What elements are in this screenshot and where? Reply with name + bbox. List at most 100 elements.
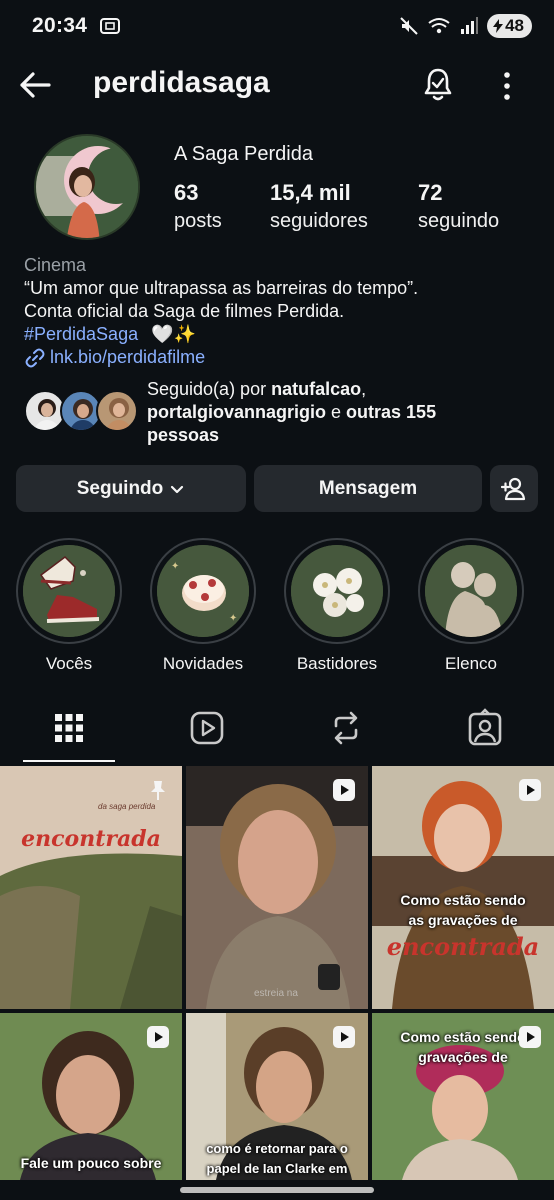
profile-display-name: A Saga Perdida: [174, 143, 313, 165]
reposts-icon[interactable]: [326, 708, 366, 748]
following-button-label: Seguindo: [76, 477, 164, 499]
reel-play-icon: [333, 1026, 355, 1048]
highlight-label: Novidades: [162, 654, 244, 673]
suggested-users-button[interactable]: [490, 465, 538, 512]
signal-icon: [461, 17, 479, 34]
post-tile[interactable]: como é retornar para o papel de Ian Clar…: [186, 1013, 368, 1180]
post-title: encontrada: [386, 932, 540, 961]
post-small-text: da saga perdida: [98, 802, 156, 811]
followed-user[interactable]: natufalcao: [271, 379, 361, 399]
followed-others[interactable]: outras 155: [346, 402, 436, 422]
battery-indicator: 48: [487, 14, 532, 38]
followed-separator: ,: [361, 379, 367, 399]
stat-posts-count: 63: [174, 180, 199, 205]
bio-emojis: 🤍✨: [151, 324, 196, 344]
cake-icon: ✦ ✦: [157, 545, 249, 637]
post-image: [186, 766, 368, 1009]
active-tab-indicator: [23, 760, 115, 762]
profile-tabs: [0, 700, 554, 764]
message-button[interactable]: Mensagem: [254, 465, 482, 512]
highlight-label: Bastidores: [296, 654, 378, 673]
bio-category: Cinema: [24, 255, 87, 275]
followed-suffix: pessoas: [147, 425, 220, 445]
reel-play-icon: [519, 779, 541, 801]
reel-play-icon: [147, 1026, 169, 1048]
followed-prefix: Seguido(a) por: [147, 379, 272, 399]
chevron-down-icon: [171, 485, 184, 493]
mutual-avatars: [22, 376, 142, 432]
svg-text:✦: ✦: [229, 613, 237, 624]
reel-play-icon: [333, 779, 355, 801]
mute-icon: [400, 17, 418, 35]
followed-and: e: [326, 402, 347, 422]
post-tile[interactable]: Como estão sendo gravações de: [372, 1013, 554, 1180]
following-button[interactable]: Seguindo: [16, 465, 246, 512]
back-arrow-icon[interactable]: [16, 66, 54, 104]
post-tile[interactable]: Fale um pouco sobre: [0, 1013, 182, 1180]
post-caption: Como estão sendo as gravações de: [372, 890, 554, 930]
bio-hashtag[interactable]: #PerdidaSaga: [24, 324, 138, 344]
message-button-label: Mensagem: [318, 477, 418, 499]
highlight-label: Vocês: [45, 654, 93, 673]
header-username: perdidasaga: [93, 66, 270, 99]
post-tile[interactable]: da saga perdida encontrada: [0, 766, 182, 1009]
post-small-text: estreia na: [254, 988, 298, 999]
stat-posts[interactable]: 63 posts: [174, 180, 222, 233]
followed-by-text: Seguido(a) por natufalcao, portalgiovann…: [147, 378, 436, 447]
flowers-icon: [291, 545, 383, 637]
post-caption: como é retornar para o papel de Ian Clar…: [186, 1139, 368, 1179]
notification-bell-icon[interactable]: [418, 64, 458, 104]
link-icon: [25, 348, 45, 367]
stat-posts-label: posts: [174, 210, 222, 232]
reel-play-icon: [519, 1026, 541, 1048]
bio-line: Conta oficial da Saga de filmes Perdida.: [24, 301, 345, 321]
statue-icon: [425, 545, 517, 637]
stat-followers[interactable]: 15,4 mil seguidores: [270, 180, 368, 233]
profile-bio: Cinema “Um amor que ultrapassa as barrei…: [24, 254, 534, 369]
pin-icon: [151, 781, 165, 800]
post-caption-line: Como estão sendo: [400, 892, 526, 908]
mutual-avatar: [96, 390, 138, 432]
post-caption-line: as gravações de: [408, 912, 518, 928]
status-bar: 20:34 48: [0, 0, 554, 52]
post-image: [372, 766, 554, 1009]
home-indicator[interactable]: [180, 1187, 374, 1193]
highlight-elenco[interactable]: Elenco: [416, 538, 526, 674]
highlight-voces[interactable]: Vocês: [14, 538, 124, 674]
screenshot-icon: [100, 18, 121, 34]
post-title: encontrada: [21, 826, 161, 852]
post-caption: Fale um pouco sobre: [20, 1155, 162, 1171]
status-time: 20:34: [32, 14, 88, 37]
post-caption-line: papel de Ian Clarke em: [206, 1161, 348, 1176]
grid-icon[interactable]: [49, 708, 89, 748]
charging-icon: [493, 19, 504, 33]
status-icons: 48: [399, 14, 532, 38]
highlight-ring: ✦ ✦: [150, 538, 256, 644]
followed-user[interactable]: portalgiovannagrigio: [147, 402, 326, 422]
highlight-ring: [16, 538, 122, 644]
bio-link[interactable]: lnk.bio/perdidafilme: [24, 346, 534, 369]
avatar-image: [36, 136, 138, 238]
stat-following-count: 72: [418, 180, 443, 205]
highlight-ring: [418, 538, 524, 644]
followed-by[interactable]: Seguido(a) por natufalcao, portalgiovann…: [22, 376, 532, 447]
bio-line: “Um amor que ultrapassa as barreiras do …: [24, 278, 419, 298]
stat-following-label: seguindo: [418, 210, 500, 232]
stat-following[interactable]: 72 seguindo: [418, 180, 499, 233]
post-caption-line: como é retornar para o: [206, 1141, 348, 1156]
post-tile[interactable]: Como estão sendo as gravações de encontr…: [372, 766, 554, 1009]
highlight-bastidores[interactable]: Bastidores: [282, 538, 392, 674]
highlight-label: Elenco: [445, 654, 497, 673]
svg-text:✦: ✦: [171, 561, 179, 572]
highlight-novidades[interactable]: ✦ ✦ Novidades: [148, 538, 258, 674]
wifi-icon: [428, 18, 450, 34]
highlight-ring: [284, 538, 390, 644]
bio-link-text: lnk.bio/perdidafilme: [50, 347, 206, 367]
post-tile[interactable]: estreia na: [186, 766, 368, 1009]
profile-avatar[interactable]: [34, 134, 140, 240]
stat-followers-count: 15,4 mil: [270, 180, 351, 205]
tagged-icon[interactable]: [465, 708, 505, 748]
more-options-icon[interactable]: [494, 66, 520, 106]
reels-icon[interactable]: [187, 708, 227, 748]
stat-followers-label: seguidores: [270, 210, 368, 232]
